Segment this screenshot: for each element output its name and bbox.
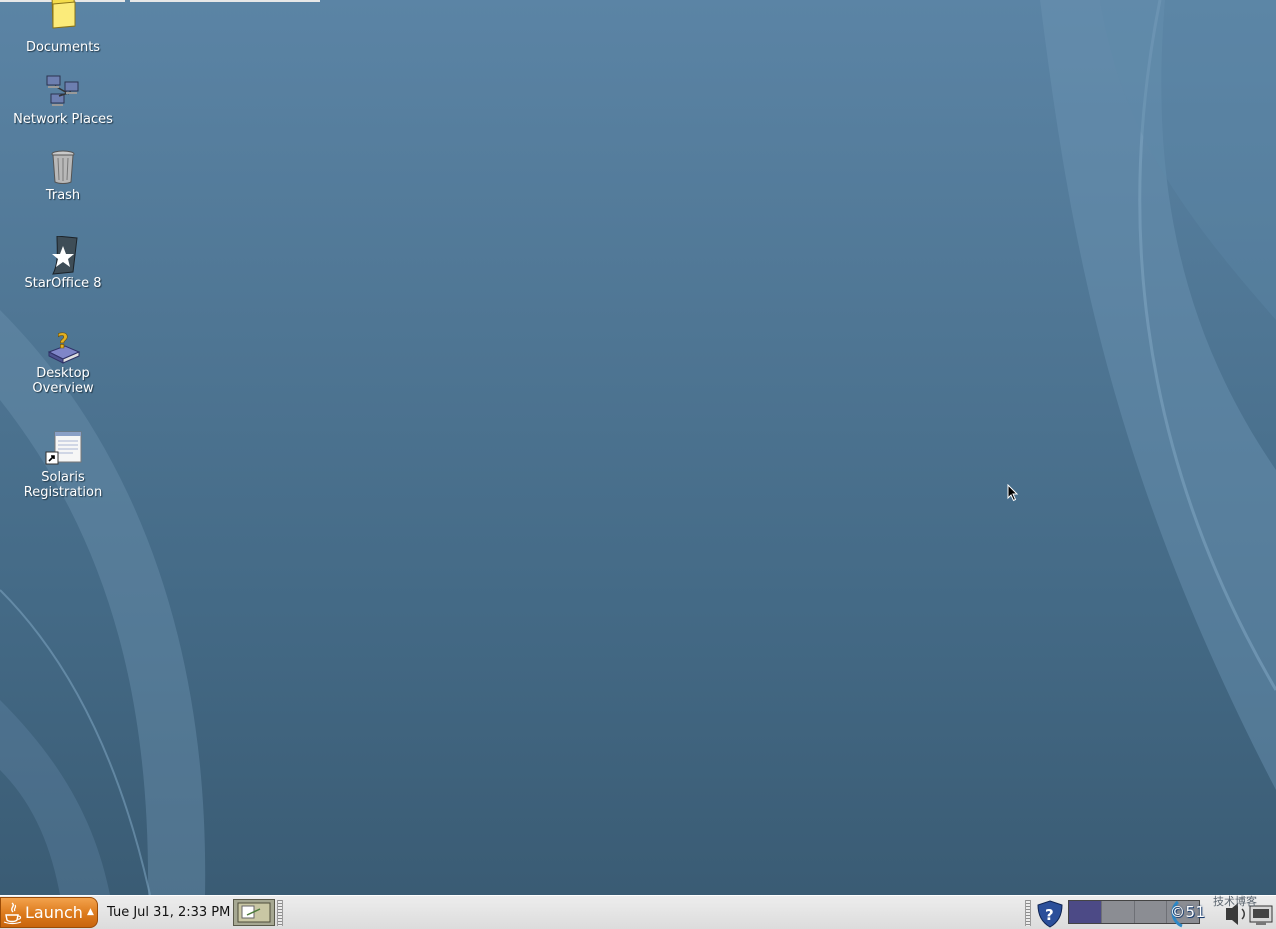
desktop-icon-label: Documents [25, 40, 101, 55]
top-tab-right [130, 0, 320, 2]
tray-overlay-text: ©51 [1170, 903, 1206, 921]
folder-icon [51, 0, 76, 29]
desktop-icon-label: Solaris Registration [23, 470, 103, 500]
help-shield-icon[interactable]: ? [1036, 900, 1064, 928]
launch-menu-button[interactable]: Launch ▲ [0, 897, 98, 928]
desktop-icon-trash[interactable]: Trash [8, 148, 118, 203]
desktop-icon-staroffice[interactable]: StarOffice 8 [8, 236, 118, 291]
desktop-icon-label: Network Places [13, 112, 113, 127]
desktop-icon-solaris-registration[interactable]: Solaris Registration [8, 430, 118, 500]
desktop-icon-label: Trash [45, 188, 81, 203]
help-book-icon: ? [47, 329, 81, 364]
bottom-panel: Launch ▲ Tue Jul 31, 2:33 PM ? ©51 技术博客 [0, 895, 1276, 929]
show-desktop-button[interactable] [233, 899, 275, 926]
svg-text:?: ? [1045, 906, 1054, 924]
workspace-2[interactable] [1101, 901, 1135, 923]
registration-shortcut-icon [45, 431, 82, 465]
staroffice-icon [52, 236, 78, 275]
svg-text:?: ? [57, 329, 69, 353]
java-cup-icon [3, 901, 22, 924]
workspace-1[interactable] [1069, 901, 1102, 923]
trash-icon [51, 150, 75, 184]
desktop-icon-network-places[interactable]: Network Places [8, 72, 118, 127]
watermark-text: 技术博客 [1213, 895, 1257, 908]
mouse-cursor-icon [1007, 484, 1019, 502]
panel-drag-handle[interactable] [277, 900, 283, 926]
up-arrow-icon: ▲ [86, 906, 94, 917]
desktop-icon-label: Desktop Overview [32, 366, 94, 396]
show-desktop-icon [237, 902, 271, 923]
workspace-3[interactable] [1134, 901, 1168, 923]
panel-drag-handle-right[interactable] [1025, 900, 1031, 926]
desktop-screen: Documents Network Places Trash StarOffic… [0, 0, 1276, 929]
desktop-icon-desktop-overview[interactable]: ? Desktop Overview [8, 326, 118, 396]
desktop-icon-documents[interactable]: Documents [8, 0, 118, 55]
panel-clock[interactable]: Tue Jul 31, 2:33 PM [107, 905, 230, 920]
network-icon [46, 75, 79, 106]
launch-label: Launch [25, 903, 83, 922]
desktop-icon-label: StarOffice 8 [24, 276, 102, 291]
wallpaper-swooshes [0, 0, 1276, 895]
